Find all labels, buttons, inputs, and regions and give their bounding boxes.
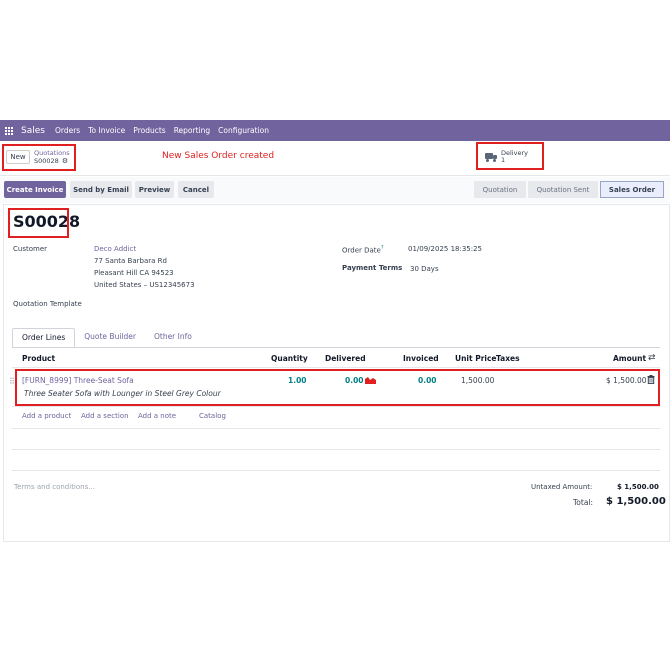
- add-note-link[interactable]: Add a note: [138, 412, 176, 420]
- menu-to-invoice[interactable]: To Invoice: [88, 126, 125, 135]
- quotation-template-label: Quotation Template: [13, 300, 82, 308]
- cancel-button[interactable]: Cancel: [178, 181, 214, 198]
- create-invoice-button[interactable]: Create Invoice: [4, 181, 66, 198]
- notebook-tabs: Order Lines Quote Builder Other Info: [12, 328, 201, 348]
- header-divider: [12, 367, 660, 368]
- menu-configuration[interactable]: Configuration: [218, 126, 269, 135]
- untaxed-amount-label: Untaxed Amount:: [531, 483, 593, 491]
- empty-row-divider-1: [12, 428, 660, 429]
- col-unit-price[interactable]: Unit Price: [455, 354, 497, 363]
- highlight-box-order-line: [15, 369, 660, 406]
- terms-input[interactable]: Terms and conditions...: [14, 483, 95, 491]
- payment-terms-value[interactable]: 30 Days: [410, 265, 439, 273]
- col-quantity[interactable]: Quantity: [271, 354, 308, 363]
- customer-label: Customer: [13, 245, 48, 253]
- highlight-box-order-name: [8, 208, 69, 238]
- add-product-link[interactable]: Add a product: [22, 412, 71, 420]
- tab-divider: [12, 347, 660, 348]
- preview-button[interactable]: Preview: [135, 181, 174, 198]
- highlight-box-delivery: [476, 142, 544, 170]
- col-delivered[interactable]: Delivered: [325, 354, 366, 363]
- catalog-link[interactable]: Catalog: [199, 412, 226, 420]
- status-sales-order[interactable]: Sales Order: [600, 181, 664, 198]
- untaxed-amount-value: $ 1,500.00: [617, 483, 659, 491]
- customer-address-line-2: Pleasant Hill CA 94523: [94, 269, 174, 277]
- menu-orders[interactable]: Orders: [55, 126, 80, 135]
- total-label: Total:: [573, 498, 594, 507]
- payment-terms-label: Payment Terms: [342, 264, 403, 272]
- status-quotation[interactable]: Quotation: [474, 181, 526, 198]
- empty-row-divider-3: [12, 470, 660, 471]
- total-value: $ 1,500.00: [606, 496, 666, 507]
- column-settings-icon[interactable]: ⇄: [648, 353, 656, 363]
- app-brand[interactable]: Sales: [21, 126, 45, 136]
- order-date-label-text: Order Date: [342, 246, 381, 255]
- menu-products[interactable]: Products: [133, 126, 165, 135]
- highlight-box-breadcrumb: [2, 144, 76, 171]
- col-invoiced[interactable]: Invoiced: [403, 354, 439, 363]
- order-date-label: Order Date?: [342, 245, 384, 254]
- tab-quote-builder[interactable]: Quote Builder: [75, 328, 145, 348]
- annotation-text: New Sales Order created: [162, 151, 275, 161]
- col-amount[interactable]: Amount: [613, 354, 646, 363]
- tab-order-lines[interactable]: Order Lines: [12, 328, 76, 348]
- customer-address-line-3: United States – US12345673: [94, 281, 195, 289]
- add-section-link[interactable]: Add a section: [81, 412, 129, 420]
- help-icon[interactable]: ?: [381, 245, 384, 251]
- tab-other-info[interactable]: Other Info: [145, 328, 201, 348]
- line-divider: [12, 406, 660, 407]
- control-panel: [0, 141, 670, 176]
- customer-name-link[interactable]: Deco Addict: [94, 245, 136, 253]
- apps-menu-icon[interactable]: [5, 126, 15, 136]
- send-by-email-button[interactable]: Send by Email: [70, 181, 132, 198]
- status-quotation-sent[interactable]: Quotation Sent: [528, 181, 598, 198]
- order-date-value[interactable]: 01/09/2025 18:35:25: [408, 245, 482, 253]
- drag-handle-icon[interactable]: ⠿: [9, 377, 15, 386]
- col-taxes[interactable]: Taxes: [496, 354, 520, 363]
- empty-row-divider-2: [12, 449, 660, 450]
- col-product[interactable]: Product: [22, 354, 55, 363]
- menu-reporting[interactable]: Reporting: [174, 126, 210, 135]
- customer-address-line-1: 77 Santa Barbara Rd: [94, 257, 167, 265]
- top-navbar: Sales Orders To Invoice Products Reporti…: [0, 120, 670, 141]
